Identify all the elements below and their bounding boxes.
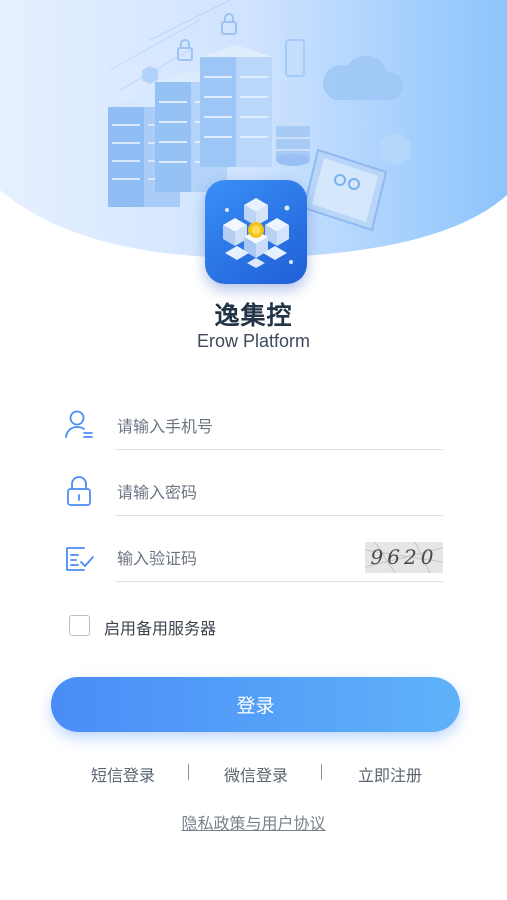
code-underline xyxy=(115,581,443,582)
app-title: 逸集控 xyxy=(214,301,293,330)
verify-code-input[interactable] xyxy=(115,542,359,574)
lock-icon xyxy=(62,474,96,508)
register-link[interactable]: 立即注册 xyxy=(358,762,422,786)
verify-code-icon xyxy=(62,540,96,574)
phone-field-row xyxy=(62,400,443,450)
app-logo-icon xyxy=(205,180,307,284)
link-divider xyxy=(321,764,322,780)
app-subtitle: Erow Platform xyxy=(196,331,311,351)
password-input[interactable] xyxy=(115,476,359,508)
code-field-row: 9620 xyxy=(62,532,443,582)
user-icon xyxy=(62,408,96,442)
login-button[interactable]: 登录 xyxy=(51,677,460,732)
privacy-policy-link[interactable]: 隐私政策与用户协议 xyxy=(0,810,507,834)
backup-server-checkbox[interactable] xyxy=(69,615,90,636)
sms-login-link[interactable]: 短信登录 xyxy=(91,762,155,786)
database-icon xyxy=(276,120,310,166)
wechat-login-link[interactable]: 微信登录 xyxy=(224,762,288,786)
captcha-text: 9620 xyxy=(370,545,438,569)
phone-underline xyxy=(115,449,443,450)
captcha-image[interactable]: 9620 xyxy=(365,542,443,573)
password-underline xyxy=(115,515,443,516)
login-options: 短信登录 微信登录 立即注册 xyxy=(0,762,507,786)
link-divider xyxy=(188,764,189,780)
backup-server-label: 启用备用服务器 xyxy=(104,619,217,638)
phone-input[interactable] xyxy=(115,410,359,442)
password-field-row xyxy=(62,466,443,516)
